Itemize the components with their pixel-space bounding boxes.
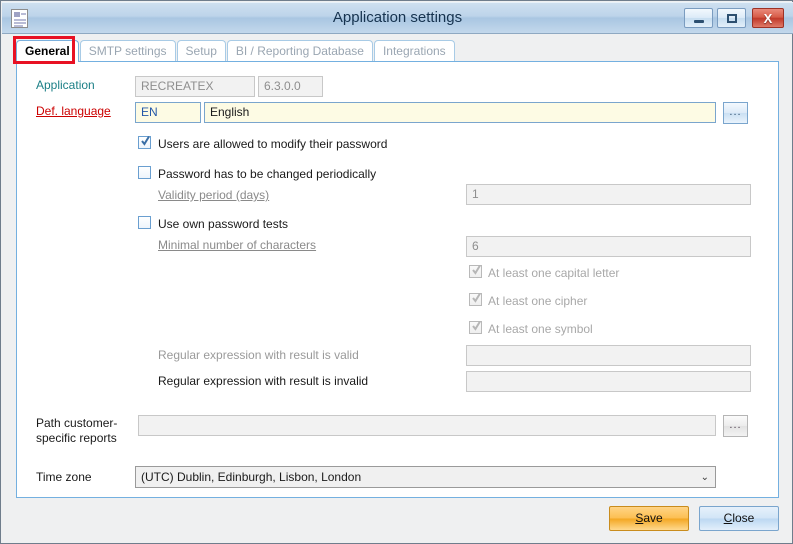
check-icon — [141, 135, 150, 147]
tab-strip: General SMTP settings Setup BI / Reporti… — [16, 40, 456, 62]
path-reports-browse-button[interactable]: ... — [723, 415, 748, 437]
application-name-field: RECREATEX — [135, 76, 255, 97]
def-language-name-input[interactable]: English — [204, 102, 716, 123]
tab-bi-reporting-database[interactable]: BI / Reporting Database — [227, 40, 373, 62]
tab-smtp-settings[interactable]: SMTP settings — [80, 40, 176, 62]
window-title: Application settings — [2, 2, 793, 34]
use-own-password-tests-label: Use own password tests — [158, 217, 288, 231]
tab-general-label: General — [25, 44, 70, 58]
minimize-button[interactable] — [684, 8, 713, 28]
minimal-characters-field: 6 — [466, 236, 751, 257]
maximize-icon — [718, 9, 745, 27]
application-settings-window: Application settings X General SMTP sett… — [0, 0, 793, 544]
def-language-browse-button[interactable]: ... — [723, 102, 748, 124]
at-least-one-cipher-checkbox — [469, 293, 482, 306]
check-icon — [472, 264, 481, 276]
title-bar: Application settings X — [2, 2, 793, 34]
path-reports-label-line2: specific reports — [36, 431, 117, 445]
at-least-one-capital-letter-checkbox — [469, 265, 482, 278]
path-reports-input[interactable] — [138, 415, 716, 436]
tab-integrations[interactable]: Integrations — [374, 40, 455, 62]
tab-general[interactable]: General — [16, 40, 79, 62]
regex-valid-label: Regular expression with result is valid — [158, 348, 359, 362]
time-zone-select[interactable]: (UTC) Dublin, Edinburgh, Lisbon, London … — [135, 466, 716, 488]
minimal-characters-label: Minimal number of characters — [158, 238, 316, 252]
tab-smtp-settings-label: SMTP settings — [89, 44, 167, 58]
chevron-down-icon: ⌄ — [701, 467, 709, 488]
close-window-button[interactable]: X — [752, 8, 784, 28]
close-button[interactable]: Close — [699, 506, 779, 531]
save-button[interactable]: Save — [609, 506, 689, 531]
path-reports-label-line1: Path customer- — [36, 416, 117, 430]
regex-valid-field — [466, 345, 751, 366]
at-least-one-symbol-checkbox — [469, 321, 482, 334]
def-language-label: Def. language — [36, 104, 111, 118]
close-icon: X — [753, 9, 783, 27]
use-own-password-tests-checkbox[interactable] — [138, 216, 151, 229]
allow-modify-password-checkbox[interactable] — [138, 136, 151, 149]
regex-invalid-field — [466, 371, 751, 392]
application-label: Application — [36, 78, 95, 92]
at-least-one-capital-letter-label: At least one capital letter — [488, 266, 619, 280]
save-button-suffix: ave — [643, 511, 662, 525]
password-periodic-label: Password has to be changed periodically — [158, 167, 376, 181]
regex-invalid-label: Regular expression with result is invali… — [158, 374, 368, 388]
application-version-field: 6.3.0.0 — [258, 76, 323, 97]
minimize-icon — [685, 9, 712, 27]
time-zone-selected-value: (UTC) Dublin, Edinburgh, Lisbon, London — [141, 470, 361, 484]
time-zone-label: Time zone — [36, 470, 92, 484]
allow-modify-password-label: Users are allowed to modify their passwo… — [158, 137, 387, 151]
def-language-code-input[interactable]: EN — [135, 102, 201, 123]
validity-period-label: Validity period (days) — [158, 188, 269, 202]
check-icon — [472, 292, 481, 304]
tab-setup-label: Setup — [186, 44, 217, 58]
at-least-one-cipher-label: At least one cipher — [488, 294, 587, 308]
check-icon — [472, 320, 481, 332]
password-periodic-checkbox[interactable] — [138, 166, 151, 179]
tab-bi-reporting-database-label: BI / Reporting Database — [236, 44, 364, 58]
tab-integrations-label: Integrations — [383, 44, 446, 58]
maximize-button[interactable] — [717, 8, 746, 28]
tab-setup[interactable]: Setup — [177, 40, 226, 62]
close-button-suffix: lose — [732, 511, 754, 525]
at-least-one-symbol-label: At least one symbol — [488, 322, 593, 336]
validity-period-field: 1 — [466, 184, 751, 205]
